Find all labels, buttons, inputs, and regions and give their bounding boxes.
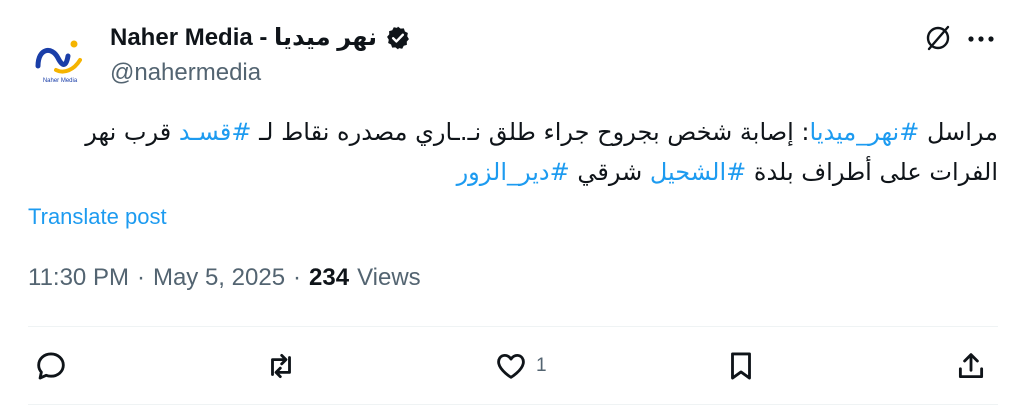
hashtag-link[interactable]: #قسـد <box>179 118 252 146</box>
bookmark-icon <box>731 352 751 380</box>
tweet-text: مراسل #نهر_ميديا: إصابة شخص بجروح جراء ط… <box>28 112 998 192</box>
views-label: Views <box>357 264 421 291</box>
verified-badge-icon[interactable] <box>385 25 411 51</box>
tweet-meta: 11:30 PM · May 5, 2025 · 234 Views <box>28 262 421 294</box>
like-button[interactable]: 1 <box>494 346 547 386</box>
retweet-icon <box>271 353 291 379</box>
translate-post-link[interactable]: Translate post <box>28 202 167 232</box>
tweet-text-segment: مراسل <box>919 118 998 146</box>
tweet-date[interactable]: May 5, 2025 <box>153 262 285 294</box>
share-button[interactable] <box>954 346 988 386</box>
tweet-card: Naher Media Naher Media - نهر ميديا @nah… <box>0 0 1024 408</box>
tweet-text-segment: : إصابة شخص بجروح جراء طلق نـ.ـاري مصدره… <box>251 118 810 146</box>
hashtag-link[interactable]: #دير_الزور <box>457 158 570 186</box>
reply-icon <box>37 352 65 380</box>
views-count: 234 <box>309 264 350 291</box>
naher-media-logo: Naher Media <box>35 40 82 84</box>
grok-icon[interactable] <box>922 22 954 54</box>
avatar[interactable]: Naher Media <box>28 26 92 90</box>
like-count: 1 <box>536 355 547 376</box>
handle[interactable]: @nahermedia <box>110 58 261 88</box>
hashtag-link[interactable]: #الشحيل <box>650 158 746 186</box>
tweet-text-segment: شرقي <box>569 158 650 186</box>
hashtag-link[interactable]: #نهر_ميديا <box>810 118 920 146</box>
meta-separator: · <box>293 264 302 291</box>
reply-button[interactable] <box>34 346 68 386</box>
more-options-icon[interactable] <box>964 22 998 54</box>
divider <box>28 404 998 405</box>
heart-icon <box>497 353 525 379</box>
display-name[interactable]: Naher Media - نهر ميديا <box>110 22 377 54</box>
display-name-row[interactable]: Naher Media - نهر ميديا <box>110 22 411 54</box>
share-icon <box>958 353 984 379</box>
bookmark-button[interactable] <box>724 346 758 386</box>
svg-text:Naher Media: Naher Media <box>43 78 78 84</box>
repost-button[interactable] <box>264 346 298 386</box>
tweet-time[interactable]: 11:30 PM <box>28 262 129 294</box>
meta-separator: · <box>136 264 145 291</box>
divider <box>28 326 998 327</box>
